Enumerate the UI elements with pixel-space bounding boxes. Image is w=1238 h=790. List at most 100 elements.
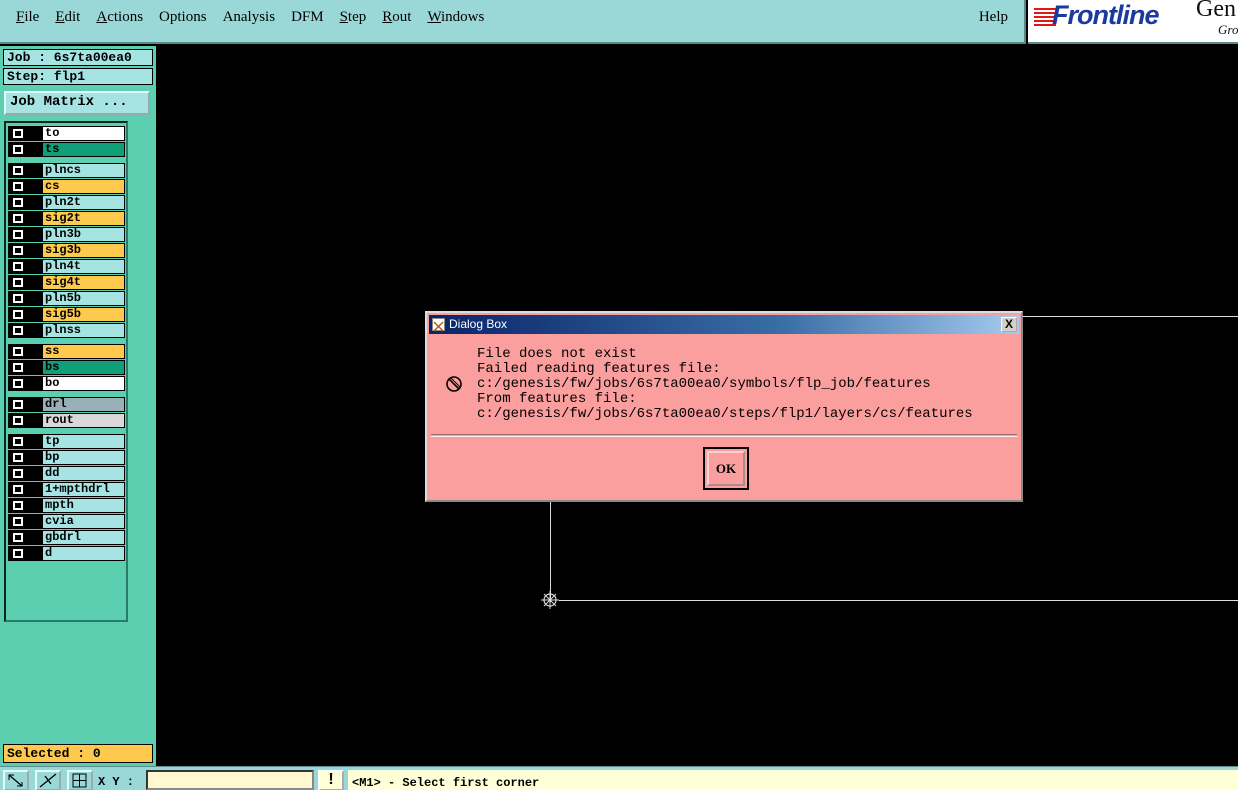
menu-edit[interactable]: Edit [55, 9, 80, 26]
layer-checkbox[interactable] [8, 291, 42, 306]
layer-name[interactable]: gbdrl [42, 530, 125, 545]
layer-name[interactable]: cvia [42, 514, 125, 529]
layer-checkbox[interactable] [8, 466, 42, 481]
zoom-tool-button[interactable] [3, 770, 29, 790]
menu-dfm[interactable]: DFM [291, 9, 324, 26]
layer-name[interactable]: drl [42, 397, 125, 412]
layer-name[interactable]: bp [42, 450, 125, 465]
layer-checkbox[interactable] [8, 360, 42, 375]
layer-name[interactable]: d [42, 546, 125, 561]
layer-row-bs[interactable]: bs [8, 360, 125, 375]
layer-name[interactable]: sig2t [42, 211, 125, 226]
menu-options[interactable]: Options [159, 9, 207, 26]
layer-checkbox[interactable] [8, 546, 42, 561]
layer-name[interactable]: pln5b [42, 291, 125, 306]
snap-tool-button[interactable] [35, 770, 61, 790]
layer-row-plnss[interactable]: plnss [8, 323, 125, 338]
layer-row-gbdrl[interactable]: gbdrl [8, 530, 125, 545]
layer-name[interactable]: sig3b [42, 243, 125, 258]
layer-name[interactable]: to [42, 126, 125, 141]
layer-checkbox[interactable] [8, 243, 42, 258]
layer-name[interactable]: bo [42, 376, 125, 391]
menu-analysis[interactable]: Analysis [223, 9, 276, 26]
layer-checkbox[interactable] [8, 344, 42, 359]
layer-checkbox[interactable] [8, 227, 42, 242]
menu-step[interactable]: Step [340, 9, 367, 26]
layer-checkbox[interactable] [8, 275, 42, 290]
layer-checkbox[interactable] [8, 413, 42, 428]
layer-name[interactable]: dd [42, 466, 125, 481]
layer-row-ts[interactable]: ts [8, 142, 125, 157]
layer-row-drl[interactable]: drl [8, 397, 125, 412]
layer-checkbox[interactable] [8, 323, 42, 338]
layer-row-pln5b[interactable]: pln5b [8, 291, 125, 306]
grid-tool-button[interactable] [67, 770, 93, 790]
layer-row-mpth[interactable]: mpth [8, 498, 125, 513]
layer-name[interactable]: ss [42, 344, 125, 359]
close-icon[interactable]: X [1001, 317, 1017, 332]
layer-row-1+mpthdrl[interactable]: 1+mpthdrl [8, 482, 125, 497]
layer-row-rout[interactable]: rout [8, 413, 125, 428]
layer-name[interactable]: plncs [42, 163, 125, 178]
layer-checkbox[interactable] [8, 179, 42, 194]
menu-file[interactable]: File [16, 9, 39, 26]
layer-name[interactable]: tp [42, 434, 125, 449]
ok-button[interactable]: OK [707, 451, 745, 486]
layer-row-bo[interactable]: bo [8, 376, 125, 391]
job-matrix-button[interactable]: Job Matrix ... [4, 91, 150, 115]
layer-checkbox[interactable] [8, 482, 42, 497]
layer-row-sig5b[interactable]: sig5b [8, 307, 125, 322]
layer-name[interactable]: mpth [42, 498, 125, 513]
layer-checkbox[interactable] [8, 434, 42, 449]
layer-name[interactable]: sig4t [42, 275, 125, 290]
layer-row-sig2t[interactable]: sig2t [8, 211, 125, 226]
warning-button[interactable]: ! [318, 770, 344, 790]
layer-name[interactable]: plnss [42, 323, 125, 338]
layer-name[interactable]: pln2t [42, 195, 125, 210]
layer-checkbox[interactable] [8, 142, 42, 157]
layer-checkbox[interactable] [8, 498, 42, 513]
layer-name[interactable]: pln4t [42, 259, 125, 274]
menu-rout[interactable]: Rout [382, 9, 411, 26]
layer-row-plncs[interactable]: plncs [8, 163, 125, 178]
layer-name[interactable]: ts [42, 142, 125, 157]
layer-row-d[interactable]: d [8, 546, 125, 561]
layer-checkbox[interactable] [8, 514, 42, 529]
layer-row-pln3b[interactable]: pln3b [8, 227, 125, 242]
checkbox-icon [13, 278, 23, 287]
layer-checkbox[interactable] [8, 195, 42, 210]
layer-checkbox[interactable] [8, 376, 42, 391]
layer-checkbox[interactable] [8, 259, 42, 274]
layer-row-cvia[interactable]: cvia [8, 514, 125, 529]
layer-row-pln4t[interactable]: pln4t [8, 259, 125, 274]
layer-checkbox[interactable] [8, 397, 42, 412]
ok-button-frame[interactable]: OK [703, 447, 749, 490]
dialog-title-bar[interactable]: Dialog Box X [429, 315, 1019, 334]
layer-checkbox[interactable] [8, 163, 42, 178]
layer-row-bp[interactable]: bp [8, 450, 125, 465]
layer-name[interactable]: cs [42, 179, 125, 194]
layer-row-sig3b[interactable]: sig3b [8, 243, 125, 258]
layer-name[interactable]: rout [42, 413, 125, 428]
layer-name[interactable]: bs [42, 360, 125, 375]
layer-row-sig4t[interactable]: sig4t [8, 275, 125, 290]
layer-row-tp[interactable]: tp [8, 434, 125, 449]
layer-checkbox[interactable] [8, 530, 42, 545]
xy-input[interactable] [146, 770, 314, 790]
layer-checkbox[interactable] [8, 126, 42, 141]
layer-checkbox[interactable] [8, 307, 42, 322]
menu-actions[interactable]: Actions [96, 9, 143, 26]
layer-name[interactable]: sig5b [42, 307, 125, 322]
layer-row-ss[interactable]: ss [8, 344, 125, 359]
layer-name[interactable]: pln3b [42, 227, 125, 242]
menu-windows[interactable]: Windows [427, 9, 484, 26]
layer-list-scrollbar[interactable] [130, 121, 152, 622]
layer-row-cs[interactable]: cs [8, 179, 125, 194]
layer-row-to[interactable]: to [8, 126, 125, 141]
layer-name[interactable]: 1+mpthdrl [42, 482, 125, 497]
layer-row-pln2t[interactable]: pln2t [8, 195, 125, 210]
layer-checkbox[interactable] [8, 211, 42, 226]
layer-row-dd[interactable]: dd [8, 466, 125, 481]
menu-help[interactable]: Help [979, 9, 1008, 26]
layer-checkbox[interactable] [8, 450, 42, 465]
